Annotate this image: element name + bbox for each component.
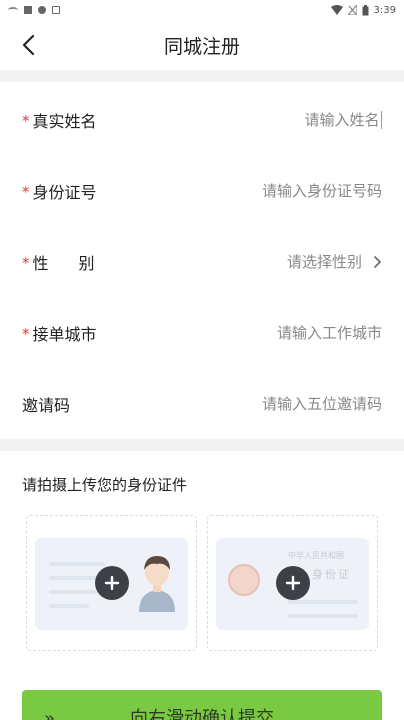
required-mark: * xyxy=(22,324,30,343)
id-back-upload[interactable]: 中华人民共和国 身份证 xyxy=(207,515,378,651)
back-button[interactable] xyxy=(18,32,42,58)
id-back-heading: 身份证 xyxy=(312,568,351,581)
header-bar: 同城注册 xyxy=(0,20,404,70)
battery-icon xyxy=(362,4,369,15)
invite-code-input[interactable] xyxy=(162,394,382,413)
clock-text: 3:39 xyxy=(373,4,396,16)
city-label: 接单城市 xyxy=(32,324,97,344)
name-row: * 真实姓名 xyxy=(0,84,404,155)
national-emblem-icon xyxy=(228,564,260,596)
page-title: 同城注册 xyxy=(163,35,240,58)
person-portrait-icon xyxy=(139,556,175,612)
wifi-icon xyxy=(330,5,343,15)
signal-icon xyxy=(347,5,357,15)
clipboard-notification-icon xyxy=(52,6,60,14)
id-front-upload[interactable] xyxy=(26,515,197,651)
gender-placeholder: 请选择性别 xyxy=(286,253,362,271)
gender-label-part1: 性 xyxy=(32,253,49,273)
upload-section-title: 请拍摄上传您的身份证件 xyxy=(22,476,188,494)
name-label: 真实姓名 xyxy=(32,111,97,131)
id-number-label: 身份证号 xyxy=(32,182,97,202)
section-divider xyxy=(0,70,404,82)
plus-icon xyxy=(285,575,300,591)
invite-label: 邀请码 xyxy=(22,395,71,415)
notification-icons xyxy=(8,6,60,14)
add-photo-button[interactable] xyxy=(94,566,129,600)
gender-select[interactable]: 请选择性别 xyxy=(287,251,382,272)
city-input[interactable] xyxy=(172,323,382,342)
system-icons: 3:39 xyxy=(330,4,396,16)
required-mark: * xyxy=(22,111,30,130)
chevron-left-icon xyxy=(22,34,35,56)
circle-notification-icon xyxy=(38,6,46,14)
status-bar: 3:39 xyxy=(0,0,404,20)
wifi-notification-icon xyxy=(8,7,18,13)
gender-label-part2: 别 xyxy=(78,253,95,273)
section-divider xyxy=(0,439,404,451)
registration-form: * 真实姓名 * 身份证号 * 性 别 请选择性别 * xyxy=(0,84,404,439)
slide-to-submit[interactable]: » 向右滑动确认提交 xyxy=(22,690,382,720)
plus-icon xyxy=(104,575,119,591)
add-photo-button[interactable] xyxy=(275,566,310,600)
required-mark: * xyxy=(22,253,30,272)
submit-label: 向右滑动确认提交 xyxy=(130,708,274,720)
double-chevron-icon[interactable]: » xyxy=(44,708,55,720)
id-back-caption: 中华人民共和国 xyxy=(288,551,344,560)
invite-row: 邀请码 xyxy=(0,368,404,439)
chevron-right-icon xyxy=(374,255,381,268)
id-number-input[interactable] xyxy=(162,181,382,200)
id-number-row: * 身份证号 xyxy=(0,155,404,226)
required-mark: * xyxy=(22,182,30,201)
city-row: * 接单城市 xyxy=(0,297,404,368)
square-notification-icon xyxy=(24,6,32,14)
gender-row: * 性 别 请选择性别 xyxy=(0,226,404,297)
name-input[interactable] xyxy=(209,110,380,129)
text-cursor xyxy=(380,110,382,129)
